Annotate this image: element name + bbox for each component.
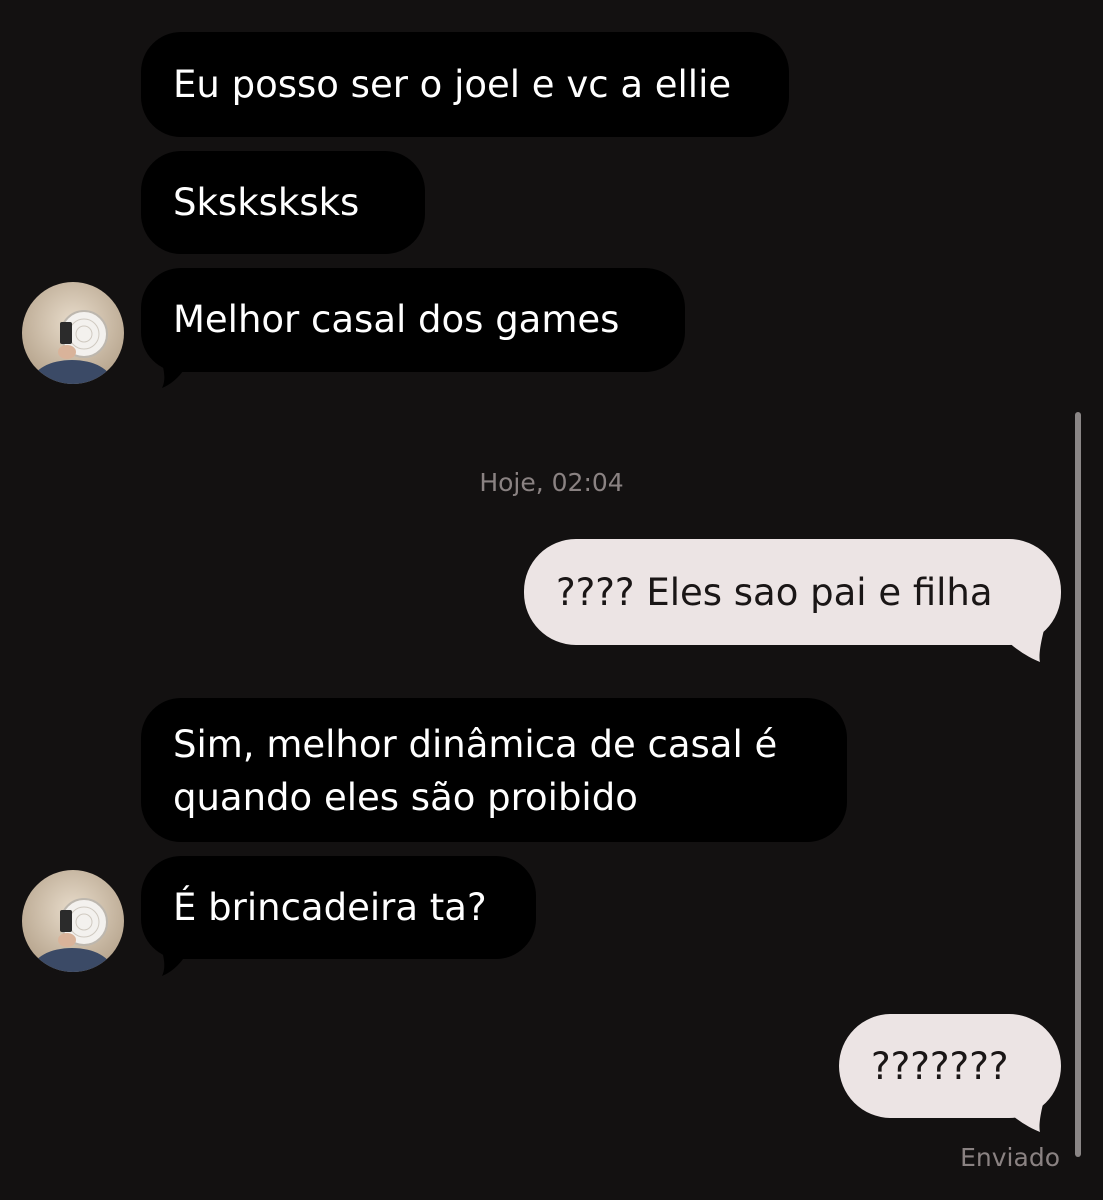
avatar-photo [22,282,124,384]
avatar-photo [22,870,124,972]
delivery-status: Enviado [960,1143,1060,1172]
message-incoming[interactable]: Sksksksks [141,151,425,254]
message-incoming[interactable]: É brincadeira ta? [141,856,536,959]
message-incoming[interactable]: Eu posso ser o joel e vc a ellie [141,32,789,137]
message-text-line: quando eles são proibido [173,776,638,819]
timestamp: Hoje, 02:04 [479,468,624,497]
message-text-line: Sim, melhor dinâmica de casal é [173,723,778,766]
contact-avatar[interactable] [22,870,124,972]
message-text: Eu posso ser o joel e vc a ellie [173,63,732,106]
message-incoming[interactable]: Melhor casal dos games [141,268,685,372]
message-outgoing[interactable]: ???? Eles sao pai e filha [524,539,1061,645]
message-text: Melhor casal dos games [173,298,620,341]
message-text: É brincadeira ta? [173,886,487,929]
contact-avatar[interactable] [22,282,124,384]
message-text: Sksksksks [173,181,360,224]
message-text: ???? Eles sao pai e filha [556,571,993,614]
message-text: ??????? [871,1045,1009,1088]
message-incoming[interactable]: Sim, melhor dinâmica de casal é quando e… [141,698,847,842]
scrollbar[interactable] [1075,412,1081,1157]
message-outgoing[interactable]: ??????? [839,1014,1061,1118]
